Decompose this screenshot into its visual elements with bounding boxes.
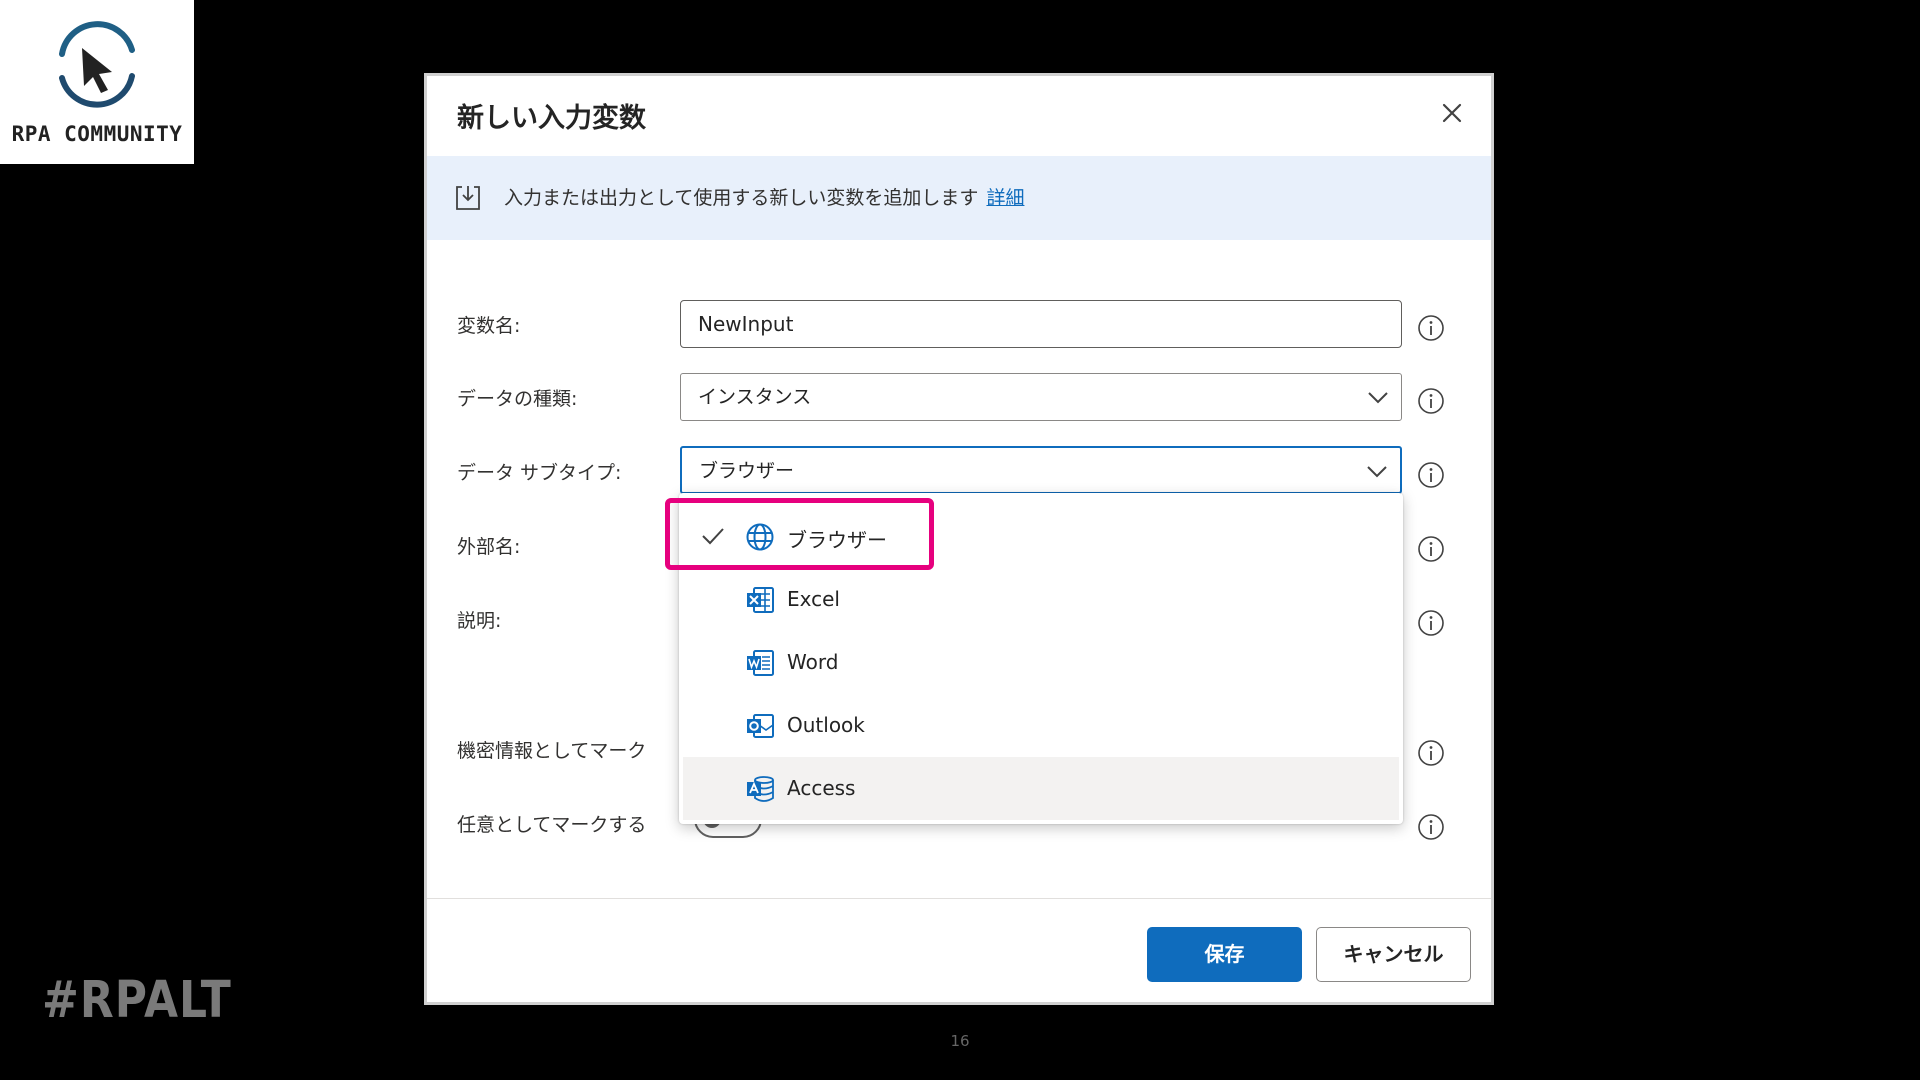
cursor-logo-icon bbox=[59, 21, 135, 108]
data-type-value: インスタンス bbox=[698, 386, 812, 408]
info-icon[interactable] bbox=[1417, 314, 1445, 342]
info-icon[interactable] bbox=[1417, 387, 1445, 415]
close-icon[interactable] bbox=[1437, 98, 1467, 128]
info-text: 入力または出力として使用する新しい変数を追加します 詳細 bbox=[504, 183, 1024, 210]
download-icon bbox=[456, 186, 480, 210]
variable-name-input[interactable]: NewInput bbox=[680, 300, 1402, 348]
info-banner: 入力または出力として使用する新しい変数を追加します 詳細 bbox=[427, 156, 1491, 240]
dropdown-option-label: ブラウザー bbox=[787, 528, 887, 552]
outlook-icon bbox=[747, 714, 774, 738]
info-description: 入力または出力として使用する新しい変数を追加します bbox=[504, 187, 979, 209]
footer-divider bbox=[427, 898, 1491, 899]
cancel-button[interactable]: キャンセル bbox=[1316, 927, 1471, 982]
rpa-community-logo: RPA COMMUNITY bbox=[0, 0, 194, 164]
info-icon[interactable] bbox=[1417, 609, 1445, 637]
dropdown-option-label: Excel bbox=[787, 587, 840, 611]
dropdown-option-outlook[interactable]: Outlook bbox=[679, 694, 1403, 757]
dialog-title: 新しい入力変数 bbox=[457, 103, 646, 134]
description-label: 説明: bbox=[457, 610, 502, 632]
dropdown-option-access[interactable]: Access bbox=[683, 757, 1399, 820]
excel-icon bbox=[747, 587, 774, 613]
dropdown-option-word[interactable]: Word bbox=[679, 631, 1403, 694]
data-type-label: データの種類: bbox=[457, 388, 578, 410]
data-type-select[interactable]: インスタンス bbox=[680, 373, 1402, 421]
dropdown-option-excel[interactable]: Excel bbox=[679, 568, 1403, 631]
data-subtype-label: データ サブタイプ: bbox=[457, 462, 622, 484]
data-subtype-select[interactable]: ブラウザー bbox=[680, 446, 1402, 494]
logo-text: RPA COMMUNITY bbox=[11, 122, 183, 146]
optional-label: 任意としてマークする bbox=[457, 814, 647, 836]
external-name-label: 外部名: bbox=[457, 536, 521, 558]
sensitive-label: 機密情報としてマーク bbox=[457, 740, 647, 762]
info-icon[interactable] bbox=[1417, 813, 1445, 841]
info-icon[interactable] bbox=[1417, 535, 1445, 563]
info-icon[interactable] bbox=[1417, 739, 1445, 767]
info-icon[interactable] bbox=[1417, 461, 1445, 489]
subtype-dropdown-list: ブラウザー Excel Word Outlook Access bbox=[679, 493, 1403, 824]
dropdown-option-label: Word bbox=[787, 650, 839, 674]
chevron-down-icon bbox=[1367, 466, 1387, 478]
save-button[interactable]: 保存 bbox=[1147, 927, 1302, 982]
details-link[interactable]: 詳細 bbox=[986, 187, 1024, 209]
data-subtype-value: ブラウザー bbox=[699, 460, 795, 482]
word-icon bbox=[747, 650, 774, 676]
access-icon bbox=[747, 776, 774, 802]
hashtag-text: #RPALT bbox=[42, 971, 232, 1030]
variable-name-label: 変数名: bbox=[457, 315, 521, 337]
globe-icon bbox=[746, 523, 774, 551]
dropdown-option-browser[interactable]: ブラウザー bbox=[679, 505, 1403, 568]
chevron-down-icon bbox=[1368, 392, 1388, 404]
slide-number: 16 bbox=[950, 1032, 970, 1050]
checkmark-icon bbox=[702, 528, 724, 545]
dropdown-option-label: Access bbox=[787, 776, 856, 800]
dropdown-option-label: Outlook bbox=[787, 713, 865, 737]
